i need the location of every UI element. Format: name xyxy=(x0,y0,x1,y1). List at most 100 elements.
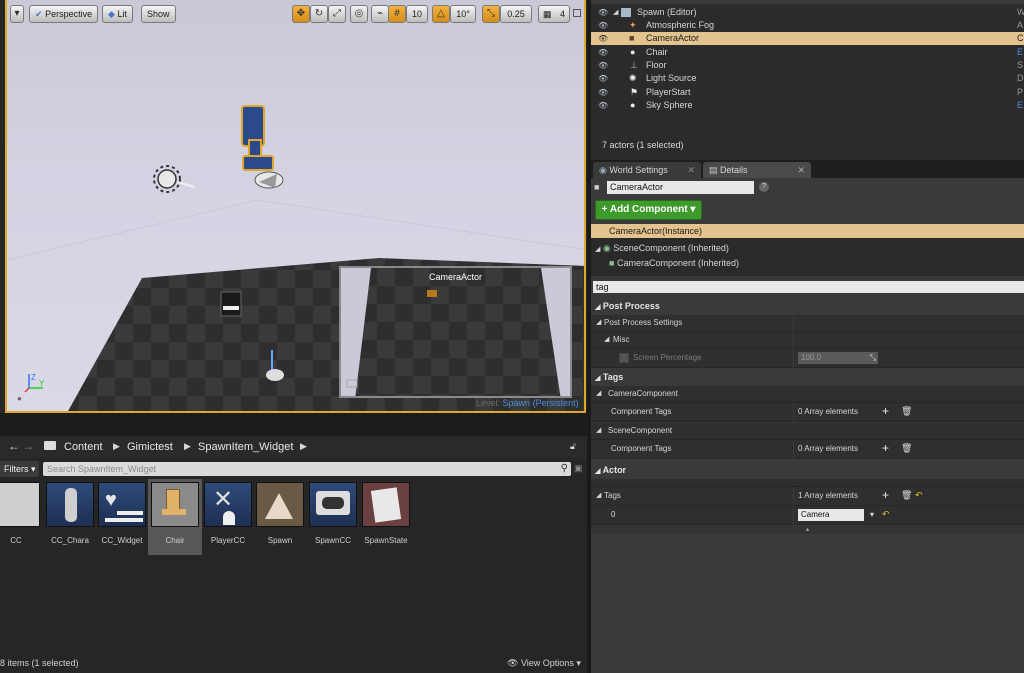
close-icon[interactable]: ✕ xyxy=(687,162,695,178)
eye-icon[interactable]: 👁︎ xyxy=(598,99,608,112)
add-element-icon[interactable]: + xyxy=(882,488,889,502)
eye-icon[interactable]: 👁︎ xyxy=(598,46,608,59)
asset-tile[interactable]: ✕ PlayerCC xyxy=(201,479,255,555)
category-tags[interactable]: ◢ Tags xyxy=(591,369,1024,385)
asset-tile[interactable]: CC xyxy=(0,479,43,555)
outliner-row[interactable]: 👁︎ ● Chair E xyxy=(591,46,1024,59)
override-checkbox[interactable] xyxy=(619,353,629,363)
asset-tile[interactable]: SpawnCC xyxy=(306,479,360,555)
add-element-icon[interactable]: + xyxy=(882,404,889,418)
expand-arrow-icon[interactable]: ◢ xyxy=(595,246,600,253)
tab-world-settings[interactable]: ◉ World Settings ✕ xyxy=(593,162,701,178)
outliner-row[interactable]: 👁︎ ⚑ PlayerStart P xyxy=(591,86,1024,99)
camera-preview: CameraActor xyxy=(339,266,572,398)
close-icon[interactable]: ✕ xyxy=(797,162,805,178)
eye-icon[interactable]: 👁︎ xyxy=(598,86,608,99)
eye-icon[interactable]: 👁︎ xyxy=(598,72,608,85)
tab-details[interactable]: ▤ Details ✕ xyxy=(703,162,811,178)
category-post-process[interactable]: ◢ Post Process xyxy=(591,298,1024,314)
asset-tile[interactable]: ♥ CC_Widget xyxy=(95,479,149,555)
asset-tile[interactable]: SpawnState xyxy=(359,479,413,555)
rotation-snap-value[interactable]: 10° xyxy=(450,5,476,23)
show-button[interactable]: Show xyxy=(141,5,176,23)
back-arrow-icon[interactable]: ← xyxy=(8,439,20,453)
scale-snap-value[interactable]: 0.25 xyxy=(500,5,532,23)
reset-icon[interactable]: ↶ xyxy=(915,490,923,501)
scale-mode-icon[interactable]: ⤢ xyxy=(328,5,346,23)
asset-tile-selected[interactable]: Chair xyxy=(148,479,202,555)
expand-arrow-icon[interactable]: ◢ xyxy=(596,318,601,326)
scale-snap-icon[interactable]: ⤡ xyxy=(482,5,500,23)
outliner-status: 7 actors (1 selected) xyxy=(602,140,684,150)
camera-speed-button[interactable]: ▦ 4 xyxy=(538,5,570,23)
eye-icon[interactable]: 👁︎ xyxy=(598,19,608,32)
filters-label: Filters ▾ xyxy=(4,464,36,474)
breadcrumb-spawnitem-widget[interactable]: SpawnItem_Widget xyxy=(198,441,293,453)
trash-icon[interactable]: 🗑︎ xyxy=(901,406,912,417)
lock-icon[interactable]: 🔓︎ xyxy=(570,441,576,452)
breadcrumb-separator-icon: ▶ xyxy=(300,441,307,451)
help-icon[interactable]: ? xyxy=(759,182,769,192)
instance-row[interactable]: CameraActor(Instance) xyxy=(591,224,1024,238)
outliner-row[interactable]: 👁︎ ◢ Spawn (Editor) W xyxy=(591,6,1024,19)
property-value: Camera ▾ ↶ xyxy=(794,506,1024,525)
forward-arrow-icon[interactable]: → xyxy=(22,439,34,453)
camera-actor-mesh xyxy=(241,105,274,171)
add-element-icon[interactable]: + xyxy=(882,441,889,455)
perspective-button[interactable]: ✔ Perspective xyxy=(29,5,99,23)
outliner-row[interactable]: 👁︎ ⊥ Floor S xyxy=(591,59,1024,72)
category-actor[interactable]: ◢ Actor xyxy=(591,462,1024,478)
tag-value-field[interactable]: Camera xyxy=(798,509,864,521)
rotate-mode-icon[interactable]: ↻ xyxy=(310,5,328,23)
level-viewport[interactable]: Z Y ▾ ✔ Perspective ◆ Lit Show ✥ ↻ ⤢ ◎ ⌁… xyxy=(5,0,586,413)
panel-splitter[interactable] xyxy=(0,413,587,436)
grid-snap-value[interactable]: 10 xyxy=(406,5,428,23)
lit-button[interactable]: ◆ Lit xyxy=(102,5,133,23)
viewport-options-button[interactable]: ▾ xyxy=(10,5,24,23)
outliner-row[interactable]: 👁︎ ● Sky Sphere E xyxy=(591,99,1024,112)
grid-snap-icon[interactable]: # xyxy=(388,5,406,23)
eye-icon[interactable]: 👁︎ xyxy=(598,6,608,19)
outliner-row-selected[interactable]: 👁︎ ■ CameraActor C xyxy=(591,32,1024,45)
expand-arrow-icon[interactable]: ◢ xyxy=(604,335,609,343)
filters-button[interactable]: Filters ▾ xyxy=(0,461,39,477)
asset-tile[interactable]: CC_Chara xyxy=(43,479,97,555)
actor-name-field[interactable]: CameraActor xyxy=(607,181,754,194)
add-component-button[interactable]: + Add Component ▾ xyxy=(595,200,702,220)
breadcrumb-content[interactable]: Content xyxy=(64,441,103,453)
save-search-icon[interactable]: ▣ xyxy=(574,463,583,474)
expand-arrow-icon[interactable]: ◢ xyxy=(613,6,618,19)
eye-icon[interactable]: 👁︎ xyxy=(598,59,608,72)
component-row[interactable]: ◢ ◉ SceneComponent (Inherited) xyxy=(595,243,729,254)
asset-tile[interactable]: Spawn xyxy=(253,479,307,555)
advanced-toggle[interactable]: ▲ xyxy=(591,526,1024,534)
asset-search-input[interactable]: Search SpawnItem_Widget ⚲ xyxy=(43,462,571,476)
dropdown-arrow-icon[interactable]: ▾ xyxy=(870,510,874,519)
misc-label: Misc xyxy=(613,335,630,344)
trash-icon[interactable]: 🗑︎ xyxy=(901,443,912,454)
light-icon: ✺ xyxy=(629,73,637,83)
translate-mode-icon[interactable]: ✥ xyxy=(292,5,310,23)
maximize-viewport-icon[interactable] xyxy=(573,9,581,17)
outliner-row[interactable]: 👁︎ ✺ Light Source D xyxy=(591,72,1024,85)
expand-arrow-icon[interactable]: ◢ xyxy=(596,426,601,434)
screen-percentage-field[interactable]: 100.0 ⤡ xyxy=(798,352,878,364)
trash-icon[interactable]: 🗑︎ xyxy=(901,490,912,501)
reset-icon[interactable]: ↶ xyxy=(882,509,890,520)
rotation-snap-icon[interactable]: △ xyxy=(432,5,450,23)
component-label: SceneComponent (Inherited) xyxy=(613,243,729,253)
breadcrumb-gimictest[interactable]: Gimictest xyxy=(127,441,173,453)
outliner-row[interactable]: 👁︎ ✦ Atmospheric Fog A xyxy=(591,19,1024,32)
lit-label: Lit xyxy=(117,9,127,19)
view-options-button[interactable]: 👁︎ View Options ▾ xyxy=(507,658,581,669)
expand-arrow-icon[interactable]: ◢ xyxy=(596,491,601,499)
world-local-icon[interactable]: ◎ xyxy=(350,5,368,23)
component-row[interactable]: ■ CameraComponent (Inherited) xyxy=(609,258,739,268)
details-search-input[interactable]: tag xyxy=(593,281,1024,293)
expand-arrow-icon[interactable]: ◢ xyxy=(596,389,601,397)
surface-snap-icon[interactable]: ⌁ xyxy=(371,5,389,23)
folder-icon xyxy=(44,441,56,450)
fog-icon: ✦ xyxy=(629,20,637,30)
eye-icon[interactable]: 👁︎ xyxy=(598,32,608,45)
property-value: 0 Array elements + 🗑︎ xyxy=(794,440,1024,459)
